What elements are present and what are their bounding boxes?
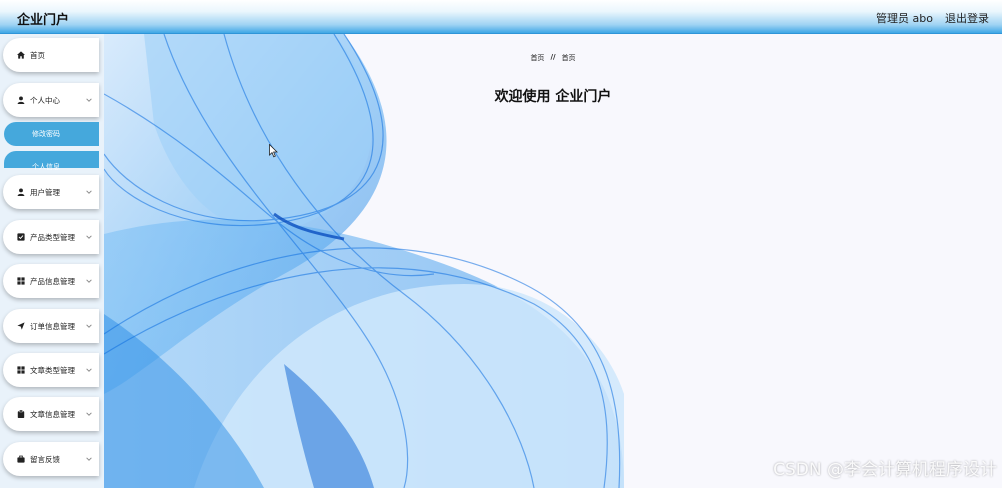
- grid-icon: [16, 277, 25, 286]
- sidebar-item-label: 首页: [30, 50, 45, 60]
- breadcrumb-home-link[interactable]: 首页: [530, 53, 544, 63]
- sidebar-item-label: 产品信息管理: [30, 276, 75, 286]
- home-icon: [16, 51, 25, 60]
- sidebar-item-article-info-management[interactable]: 文章信息管理: [3, 397, 99, 431]
- chevron-down-icon: [85, 96, 93, 104]
- sidebar-subitem-label: 修改密码: [32, 130, 60, 138]
- user-icon: [16, 188, 25, 197]
- sidebar-item-product-type-management[interactable]: 产品类型管理: [3, 220, 99, 254]
- chevron-down-icon: [85, 455, 93, 463]
- chevron-down-icon: [85, 277, 93, 285]
- sidebar-item-label: 产品类型管理: [30, 232, 75, 242]
- welcome-heading: 欢迎使用 企业门户: [494, 89, 612, 105]
- watermark-text: CSDN @李会计算机程序设计: [773, 460, 997, 480]
- chevron-down-icon: [85, 188, 93, 196]
- sidebar-item-feedback[interactable]: 留言反馈: [3, 442, 99, 476]
- breadcrumb: 首页 // 首页: [104, 53, 1002, 63]
- clipboard-icon: [16, 410, 25, 419]
- chevron-down-icon: [85, 233, 93, 241]
- briefcase-icon: [16, 455, 25, 464]
- sidebar-item-label: 订单信息管理: [30, 321, 75, 331]
- sidebar-item-label: 文章信息管理: [30, 409, 75, 419]
- current-user-label: 管理员 abo: [876, 12, 933, 25]
- sidebar-item-home[interactable]: 首页: [3, 38, 99, 72]
- checkbox-icon: [16, 233, 25, 242]
- sidebar-item-user-management[interactable]: 用户管理: [3, 175, 99, 209]
- sidebar-item-order-info-management[interactable]: 订单信息管理: [3, 309, 99, 343]
- chevron-down-icon: [85, 366, 93, 374]
- send-icon: [16, 322, 25, 331]
- sidebar-subitem-personal-info[interactable]: 个人信息: [4, 151, 99, 171]
- mouse-cursor-icon: [269, 144, 278, 158]
- sidebar-subitem-change-password[interactable]: 修改密码: [4, 122, 99, 146]
- app-title: 企业门户: [17, 13, 70, 28]
- chevron-down-icon: [85, 322, 93, 330]
- sidebar-item-article-type-management[interactable]: 文章类型管理: [3, 353, 99, 387]
- sidebar: 首页 个人中心 修改密码 个人信息 用户管理 产品类型管理 产品信息管理 订单信…: [0, 34, 104, 488]
- main-content: 首页 // 首页 欢迎使用 企业门户: [104, 34, 1002, 488]
- sidebar-item-personal-center[interactable]: 个人中心: [3, 83, 99, 117]
- grid-icon: [16, 366, 25, 375]
- chevron-down-icon: [85, 410, 93, 418]
- sidebar-item-label: 个人中心: [30, 95, 60, 105]
- user-area: 管理员 abo 退出登录: [876, 10, 989, 26]
- breadcrumb-current: 首页: [561, 54, 576, 62]
- sidebar-item-label: 文章类型管理: [30, 365, 75, 375]
- breadcrumb-separator: //: [550, 53, 556, 61]
- sidebar-item-product-info-management[interactable]: 产品信息管理: [3, 264, 99, 298]
- logout-link[interactable]: 退出登录: [945, 10, 989, 26]
- sidebar-item-label: 留言反馈: [30, 454, 60, 464]
- sidebar-item-label: 用户管理: [30, 187, 60, 197]
- sidebar-subitem-label: 个人信息: [32, 163, 60, 171]
- top-header-bar: 企业门户 管理员 abo 退出登录: [0, 0, 1002, 34]
- user-icon: [16, 96, 25, 105]
